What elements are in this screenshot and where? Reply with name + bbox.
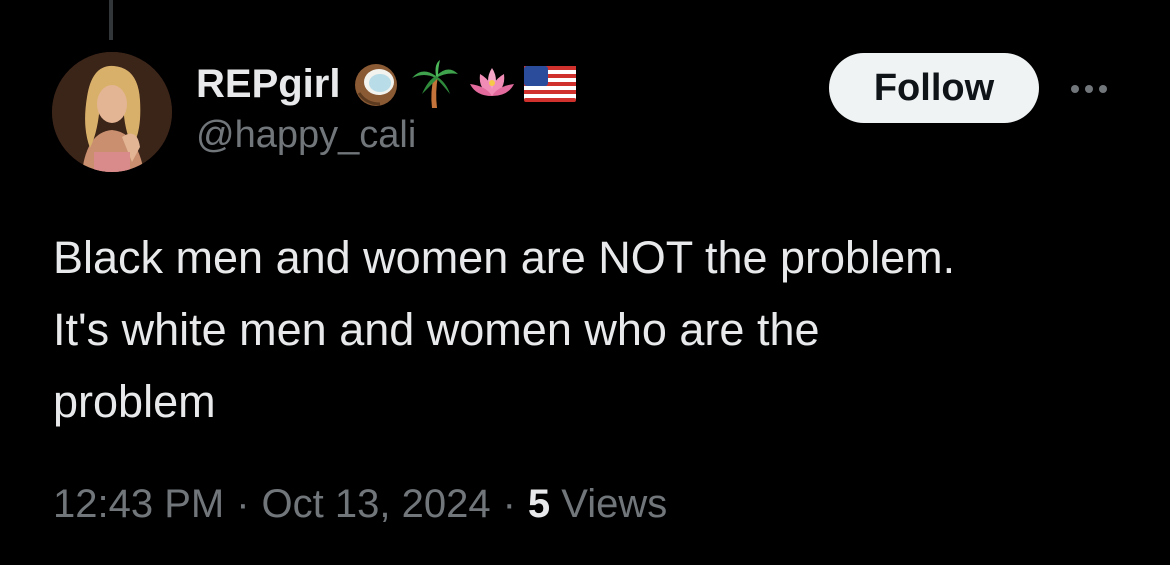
author-info: REPgirl @happy_cali	[196, 58, 577, 157]
name-row: REPgirl	[196, 58, 577, 110]
tweet-date[interactable]: Oct 13, 2024	[262, 482, 491, 527]
separator: ·	[236, 482, 250, 526]
profile-photo-icon	[52, 52, 172, 172]
display-name[interactable]: REPgirl	[196, 62, 340, 107]
coconut-icon	[350, 58, 402, 110]
follow-button[interactable]: Follow	[829, 53, 1039, 123]
us-flag-icon	[524, 58, 577, 110]
tweet-metadata: 12:43 PM · Oct 13, 2024 · 5 Views	[53, 482, 667, 527]
views-label: Views	[561, 482, 668, 526]
more-horizontal-icon	[1071, 85, 1079, 93]
tweet-time[interactable]: 12:43 PM	[53, 482, 224, 527]
lotus-icon	[466, 58, 518, 110]
name-emojis	[350, 58, 577, 110]
palm-tree-icon	[408, 58, 460, 110]
tweet-text: Black men and women are NOT the problem.…	[53, 232, 956, 427]
more-options-button[interactable]	[1064, 74, 1114, 104]
avatar[interactable]	[52, 52, 172, 172]
separator: ·	[502, 482, 516, 526]
user-handle[interactable]: @happy_cali	[196, 114, 576, 157]
views-count[interactable]: 5	[528, 482, 550, 527]
thread-connector-line	[109, 0, 113, 40]
